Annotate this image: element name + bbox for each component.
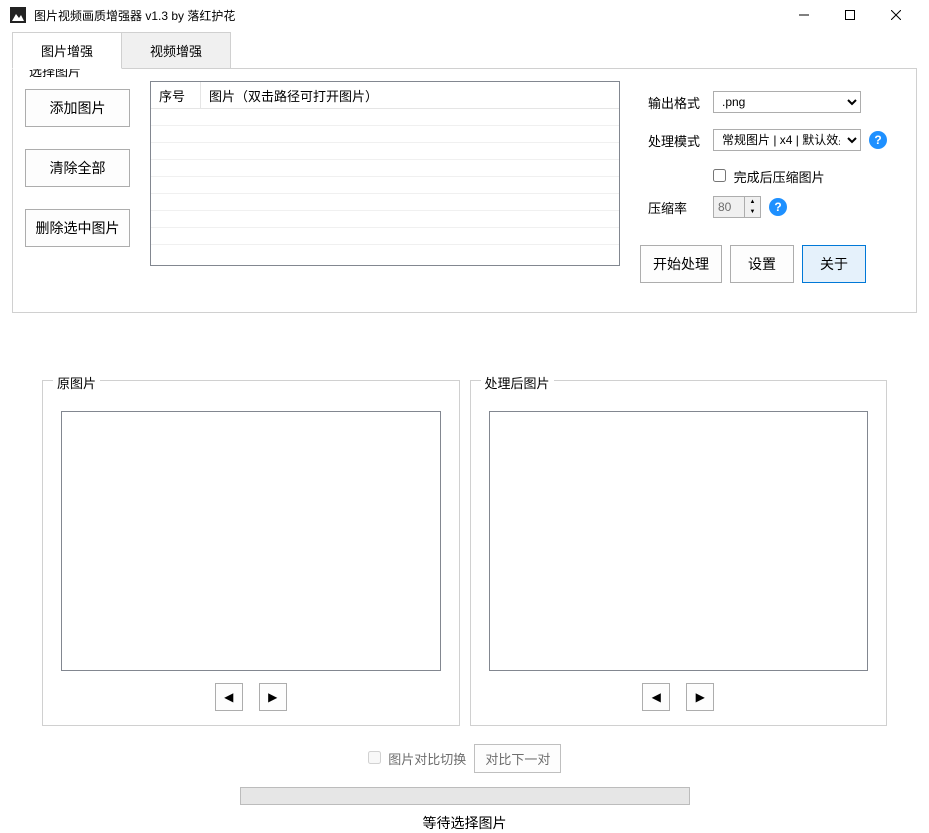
- spinner-up-icon[interactable]: ▲: [745, 197, 760, 207]
- original-preview-box: 原图片 ◀ ▶: [42, 380, 460, 726]
- compress-checkbox-label[interactable]: 完成后压缩图片: [713, 170, 825, 185]
- image-table[interactable]: 序号 图片（双击路径可打开图片）: [150, 81, 620, 266]
- window-title: 图片视频画质增强器 v1.3 by 落红护花: [34, 7, 235, 24]
- about-button[interactable]: 关于: [802, 245, 866, 283]
- settings-button[interactable]: 设置: [730, 245, 794, 283]
- table-row: [151, 109, 619, 126]
- processed-label: 处理后图片: [481, 373, 554, 392]
- triangle-right-icon: ▶: [268, 690, 277, 704]
- close-icon: [891, 10, 901, 20]
- table-row: [151, 160, 619, 177]
- clear-all-button[interactable]: 清除全部: [25, 149, 130, 187]
- tab-video-enhance[interactable]: 视频增强: [121, 32, 231, 69]
- compare-toggle-label: 图片对比切换: [368, 749, 467, 768]
- table-row: [151, 177, 619, 194]
- triangle-left-icon: ◀: [652, 690, 661, 704]
- original-image-canvas: [61, 411, 441, 671]
- original-prev-button[interactable]: ◀: [215, 683, 243, 711]
- compare-toggle-checkbox: [368, 751, 381, 764]
- titlebar: 图片视频画质增强器 v1.3 by 落红护花: [0, 0, 929, 30]
- maximize-button[interactable]: [827, 0, 873, 30]
- compress-checkbox[interactable]: [713, 169, 726, 182]
- tab-bar: 图片增强 视频增强: [12, 32, 929, 69]
- status-text: 等待选择图片: [0, 813, 929, 833]
- table-row: [151, 126, 619, 143]
- compare-next-button: 对比下一对: [474, 744, 561, 773]
- table-row: [151, 143, 619, 160]
- output-format-select[interactable]: .png: [713, 91, 861, 113]
- processed-prev-button[interactable]: ◀: [642, 683, 670, 711]
- triangle-left-icon: ◀: [224, 690, 233, 704]
- process-mode-select[interactable]: 常规图片 | x4 | 默认效果: [713, 129, 861, 151]
- compress-checkbox-text: 完成后压缩图片: [734, 170, 825, 185]
- start-process-button[interactable]: 开始处理: [640, 245, 722, 283]
- maximize-icon: [845, 10, 855, 20]
- processed-next-button[interactable]: ▶: [686, 683, 714, 711]
- close-button[interactable]: [873, 0, 919, 30]
- triangle-right-icon: ▶: [696, 690, 705, 704]
- compare-toggle-text: 图片对比切换: [388, 752, 466, 767]
- app-icon: [10, 7, 26, 23]
- original-next-button[interactable]: ▶: [259, 683, 287, 711]
- action-buttons: 开始处理 设置 关于: [640, 245, 866, 283]
- compress-rate-spinner[interactable]: ▲ ▼: [713, 196, 761, 218]
- process-mode-label: 处理模式: [648, 131, 713, 150]
- processed-image-canvas: [489, 411, 869, 671]
- output-format-label: 输出格式: [648, 93, 713, 112]
- column-path: 图片（双击路径可打开图片）: [201, 86, 619, 105]
- tab-image-enhance[interactable]: 图片增强: [12, 32, 122, 69]
- column-index: 序号: [151, 82, 201, 108]
- processed-preview-box: 处理后图片 ◀ ▶: [470, 380, 888, 726]
- add-image-button[interactable]: 添加图片: [25, 89, 130, 127]
- help-compress-icon[interactable]: ?: [769, 198, 787, 216]
- preview-area: 原图片 ◀ ▶ 处理后图片 ◀ ▶: [12, 380, 917, 726]
- table-row: [151, 211, 619, 228]
- compress-rate-label: 压缩率: [648, 198, 713, 217]
- settings-panel: 输出格式 .png 处理模式 常规图片 | x4 | 默认效果 ? 完成后压缩图…: [648, 91, 908, 234]
- progress-bar: [240, 787, 690, 805]
- original-label: 原图片: [53, 373, 100, 392]
- minimize-button[interactable]: [781, 0, 827, 30]
- compress-rate-input: [714, 197, 744, 217]
- minimize-icon: [799, 10, 809, 20]
- help-mode-icon[interactable]: ?: [869, 131, 887, 149]
- table-header: 序号 图片（双击路径可打开图片）: [151, 82, 619, 109]
- table-row: [151, 194, 619, 211]
- table-row: [151, 228, 619, 245]
- delete-selected-button[interactable]: 删除选中图片: [25, 209, 130, 247]
- spinner-down-icon[interactable]: ▼: [745, 207, 760, 217]
- bottom-area: 图片对比切换 对比下一对 等待选择图片: [0, 744, 929, 833]
